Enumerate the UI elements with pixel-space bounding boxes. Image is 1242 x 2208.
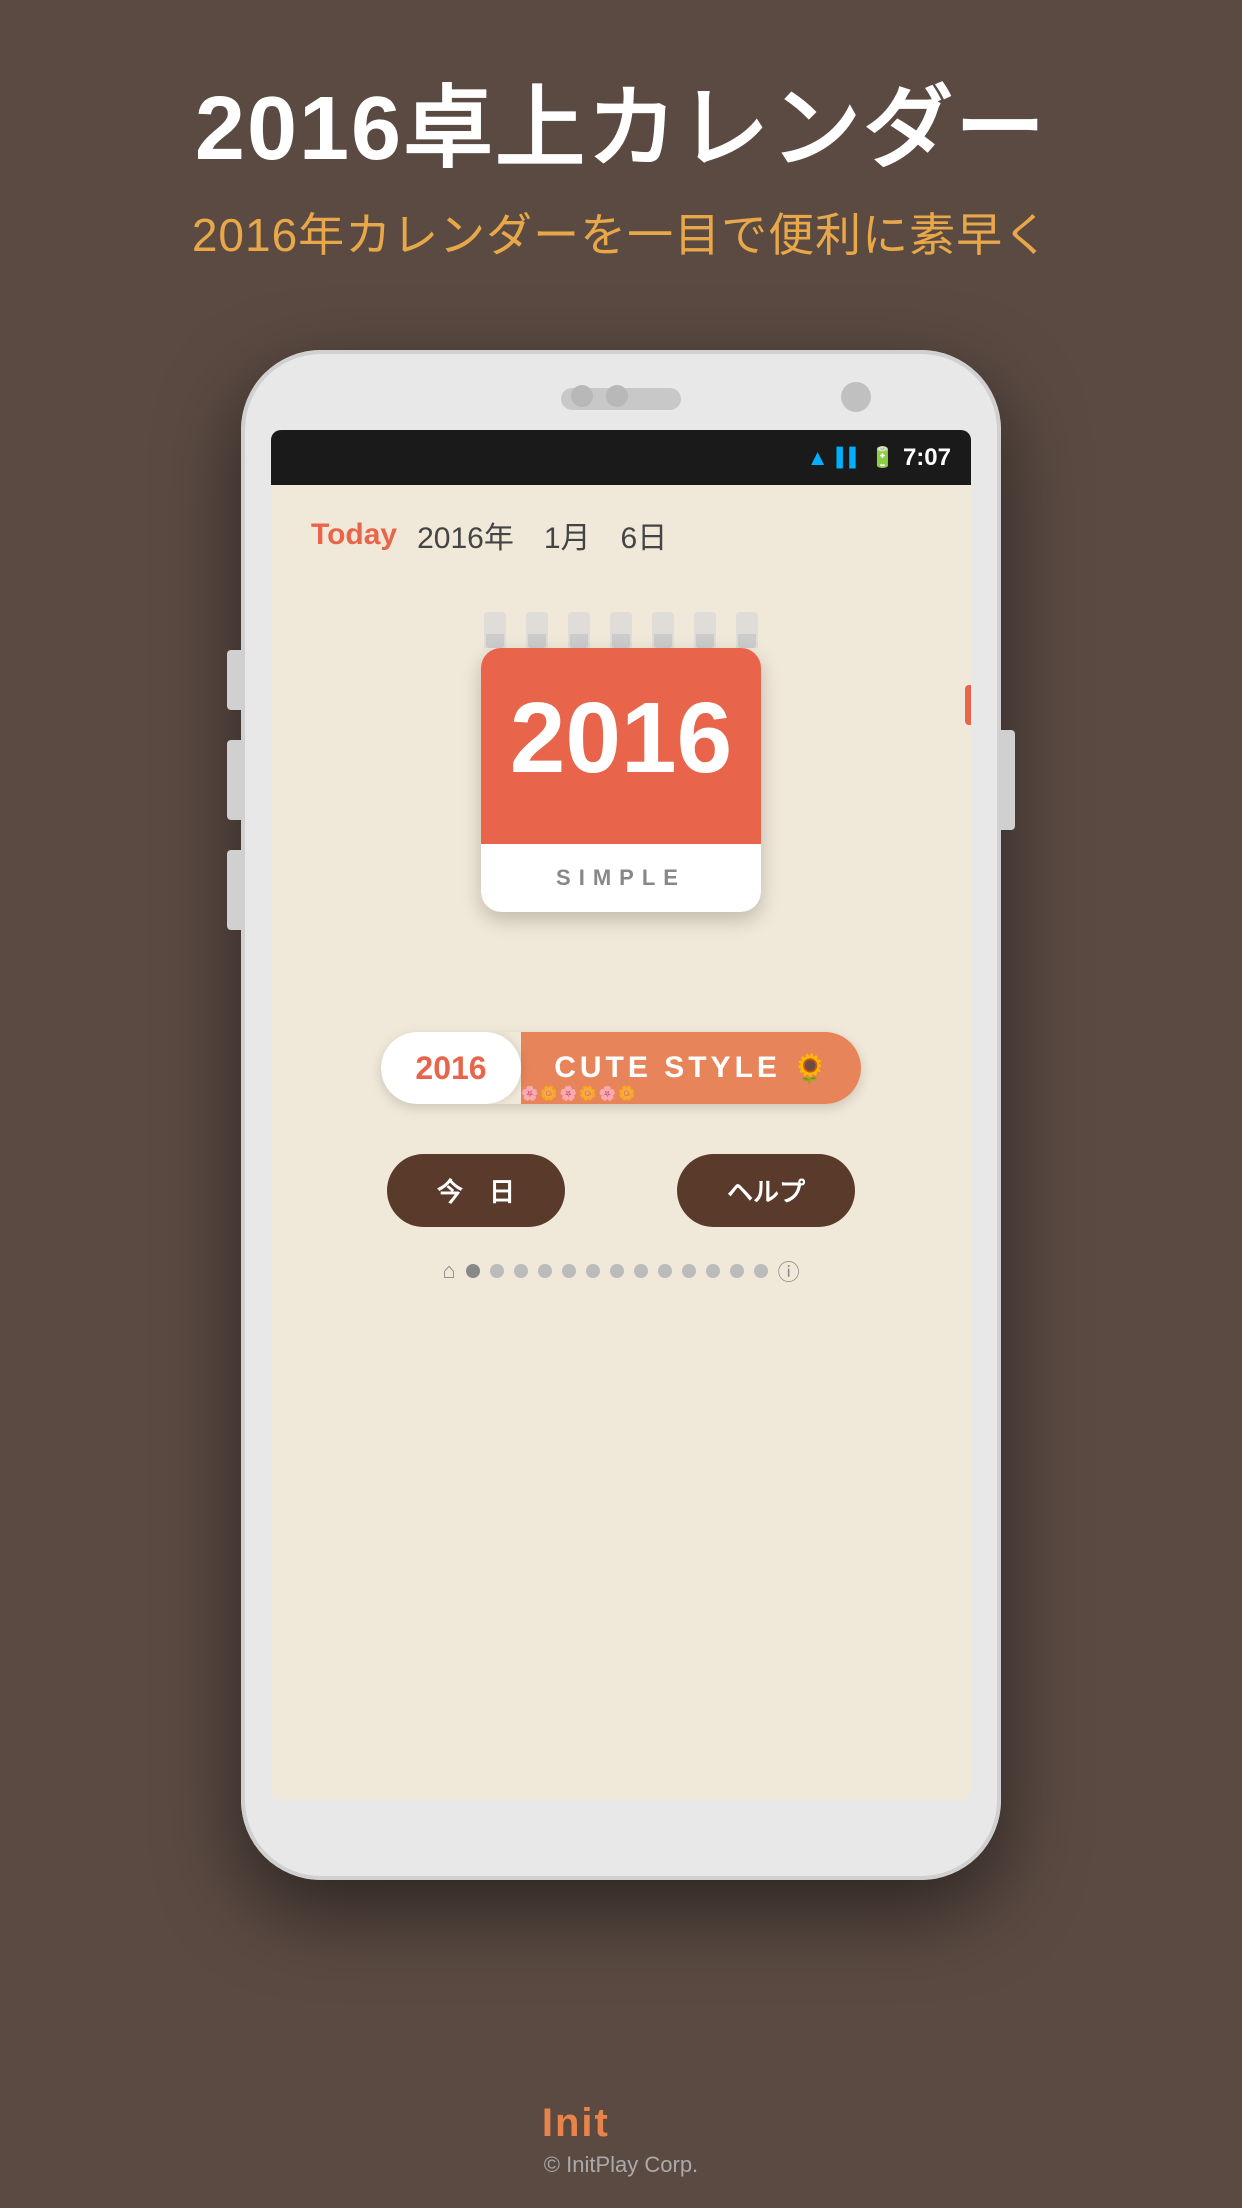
dot-5[interactable] bbox=[562, 1264, 576, 1278]
phone-front-camera bbox=[841, 382, 871, 412]
calendar-rings bbox=[484, 612, 758, 648]
ring-7 bbox=[736, 612, 758, 648]
red-tab bbox=[965, 685, 971, 725]
dot-2[interactable] bbox=[490, 1264, 504, 1278]
dots-nav: ⌂ ⓘ bbox=[271, 1255, 971, 1287]
silent-button bbox=[227, 850, 241, 930]
ring-1 bbox=[484, 612, 506, 648]
dot-3[interactable] bbox=[514, 1264, 528, 1278]
help-button[interactable]: ヘルプ bbox=[677, 1154, 855, 1227]
phone-outer: ▲ ▌▌ 🔋 7:07 Today 2016年 1月 6日 bbox=[241, 350, 1001, 1880]
calendar-year-number: 2016 bbox=[481, 648, 761, 788]
status-icons: ▲ ▌▌ 🔋 7:07 bbox=[807, 444, 951, 472]
calendar-footer: SIMPLE bbox=[481, 844, 761, 912]
dot-12[interactable] bbox=[730, 1264, 744, 1278]
dot-7[interactable] bbox=[610, 1264, 624, 1278]
brand-letter-P: P bbox=[610, 2101, 639, 2145]
header-area: 2016卓上カレンダー 2016年カレンダーを一目で便利に素早く bbox=[0, 80, 1242, 265]
dot-4[interactable] bbox=[538, 1264, 552, 1278]
cute-banner-text: CUTE STYLE 🌻 bbox=[521, 1032, 861, 1104]
bottom-buttons: 今 日 ヘルプ bbox=[271, 1154, 971, 1227]
brand-letter-n: n bbox=[555, 2101, 581, 2145]
main-title: 2016卓上カレンダー bbox=[0, 80, 1242, 179]
phone-screen: ▲ ▌▌ 🔋 7:07 Today 2016年 1月 6日 bbox=[271, 430, 971, 1800]
dot-11[interactable] bbox=[706, 1264, 720, 1278]
battery-icon: 🔋 bbox=[870, 445, 895, 470]
dot-1[interactable] bbox=[466, 1264, 480, 1278]
today-bar: Today 2016年 1月 6日 bbox=[271, 485, 971, 572]
status-time: 7:07 bbox=[903, 444, 951, 472]
dot-9[interactable] bbox=[658, 1264, 672, 1278]
ring-5 bbox=[652, 612, 674, 648]
app-content: Today 2016年 1月 6日 bbox=[271, 485, 971, 1800]
cute-banner-area: 2016 CUTE STYLE 🌻 bbox=[271, 1032, 971, 1104]
brand-letter-a: a bbox=[652, 2101, 676, 2145]
phone: ▲ ▌▌ 🔋 7:07 Today 2016年 1月 6日 bbox=[241, 350, 1001, 1880]
brand-letter-y: y bbox=[676, 2101, 700, 2145]
ring-6 bbox=[694, 612, 716, 648]
volume-up-button bbox=[227, 650, 241, 710]
dot-10[interactable] bbox=[682, 1264, 696, 1278]
cute-banner[interactable]: 2016 CUTE STYLE 🌻 bbox=[381, 1032, 861, 1104]
calendar-word: SIMPLE bbox=[556, 865, 686, 891]
brand-letter-i2: i bbox=[581, 2101, 594, 2145]
sub-title: 2016年カレンダーを一目で便利に素早く bbox=[0, 199, 1242, 265]
brand-corp: © InitPlay Corp. bbox=[0, 2152, 1242, 2178]
brand-letter-I: I bbox=[542, 2101, 555, 2145]
ring-2 bbox=[526, 612, 548, 648]
brand-name: InitPlay bbox=[0, 2101, 1242, 2146]
phone-camera-right bbox=[606, 385, 628, 407]
wifi-icon: ▲ bbox=[807, 445, 829, 471]
calendar-icon[interactable]: 2016 SIMPLE bbox=[481, 632, 761, 912]
ring-3 bbox=[568, 612, 590, 648]
today-date: 2016年 1月 6日 bbox=[417, 513, 667, 557]
signal-icon: ▌▌ bbox=[837, 447, 863, 468]
brand-letter-t: t bbox=[595, 2101, 610, 2145]
home-dot[interactable]: ⌂ bbox=[442, 1258, 455, 1284]
today-label[interactable]: Today bbox=[311, 518, 397, 552]
calendar-body: 2016 SIMPLE bbox=[481, 648, 761, 912]
cute-style-text: CUTE STYLE bbox=[554, 1051, 781, 1085]
phone-camera-left bbox=[571, 385, 593, 407]
dot-8[interactable] bbox=[634, 1264, 648, 1278]
calendar-area: 2016 SIMPLE bbox=[271, 632, 971, 912]
today-button[interactable]: 今 日 bbox=[387, 1154, 565, 1227]
cute-banner-year: 2016 bbox=[381, 1032, 521, 1104]
ring-4 bbox=[610, 612, 632, 648]
dot-6[interactable] bbox=[586, 1264, 600, 1278]
status-bar: ▲ ▌▌ 🔋 7:07 bbox=[271, 430, 971, 485]
dot-13[interactable] bbox=[754, 1264, 768, 1278]
volume-down-button bbox=[227, 740, 241, 820]
cute-icon: 🌻 bbox=[793, 1052, 828, 1085]
power-button bbox=[1001, 730, 1015, 830]
info-dot[interactable]: ⓘ bbox=[778, 1255, 800, 1287]
brand-letter-l: l bbox=[639, 2101, 652, 2145]
brand-footer: InitPlay © InitPlay Corp. bbox=[0, 2101, 1242, 2178]
